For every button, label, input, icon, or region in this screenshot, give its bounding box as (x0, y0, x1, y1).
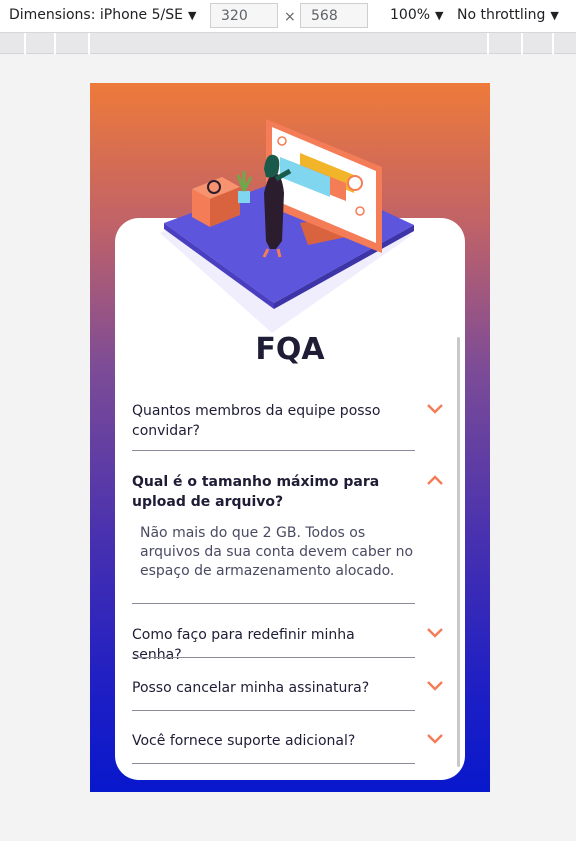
faq-question[interactable]: Qual é o tamanho máximo para upload de a… (132, 472, 415, 512)
chevron-down-icon[interactable] (425, 402, 445, 416)
ruler-segment (88, 33, 90, 54)
chevron-down-icon[interactable] (425, 626, 445, 640)
faq-question[interactable]: Você fornece suporte adicional? (132, 731, 415, 751)
faq-divider (132, 710, 415, 711)
card-scrollbar[interactable] (457, 337, 460, 767)
dimension-separator: × (284, 9, 296, 25)
height-input[interactable] (300, 3, 368, 28)
chevron-down-icon[interactable] (425, 732, 445, 746)
zoom-dropdown[interactable]: 100% ▼ (390, 7, 444, 23)
at-sign-icon (347, 175, 363, 191)
ruler-segment (54, 33, 56, 54)
faq-divider (132, 763, 415, 764)
plant-pot (238, 191, 250, 203)
woman-online-illustration (160, 119, 414, 333)
ruler-segment (487, 33, 489, 54)
throttle-label: No throttling (457, 7, 546, 23)
ruler-segment (552, 33, 554, 54)
faq-answer: Não mais do que 2 GB. Todos os arquivos … (140, 525, 414, 579)
ruler-segment (521, 33, 523, 54)
zoom-label: 100% (390, 7, 431, 23)
faq-divider (132, 450, 415, 451)
device-dropdown[interactable]: Dimensions: iPhone 5/SE ▼ (9, 7, 196, 23)
faq-item[interactable]: Você fornece suporte adicional? (132, 731, 443, 751)
chevron-down-icon: ▼ (435, 8, 444, 22)
faq-item[interactable]: Posso cancelar minha assinatura? (132, 678, 443, 698)
ruler-segment (24, 33, 26, 54)
media-query-ruler[interactable] (0, 33, 576, 54)
chevron-down-icon: ▼ (187, 8, 197, 22)
chevron-down-icon: ▼ (550, 8, 559, 22)
chevron-down-icon[interactable] (425, 679, 445, 693)
throttle-dropdown[interactable]: No throttling ▼ (457, 7, 559, 23)
page-title: FQA (255, 332, 325, 367)
faq-item[interactable]: Quantos membros da equipe posso convidar… (132, 401, 443, 441)
faq-divider (132, 657, 415, 658)
faq-question[interactable]: Quantos membros da equipe posso convidar… (132, 401, 415, 441)
faq-item[interactable]: Como faço para redefinir minha senha? (132, 625, 443, 665)
faq-question[interactable]: Como faço para redefinir minha senha? (132, 625, 415, 665)
woman-figure (264, 173, 284, 249)
faq-question[interactable]: Posso cancelar minha assinatura? (132, 678, 415, 698)
width-input[interactable] (210, 3, 278, 28)
faq-item[interactable]: Qual é o tamanho máximo para upload de a… (132, 472, 443, 581)
faq-divider (132, 603, 415, 604)
device-label: Dimensions: iPhone 5/SE (9, 7, 183, 23)
devtools-device-toolbar: Dimensions: iPhone 5/SE ▼ × 100% ▼ No th… (0, 0, 576, 33)
chevron-up-icon[interactable] (425, 473, 445, 487)
